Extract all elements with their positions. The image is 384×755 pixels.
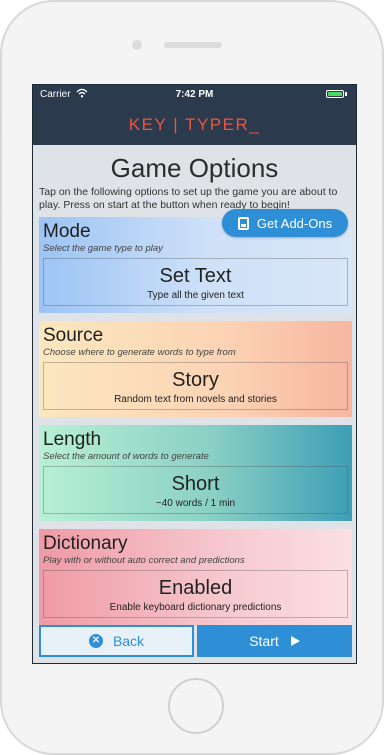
dictionary-card: Dictionary Play with or without auto cor… bbox=[39, 529, 352, 625]
front-camera bbox=[132, 40, 142, 50]
get-addons-button[interactable]: Get Add-Ons bbox=[222, 209, 348, 237]
source-card: Source Choose where to generate words to… bbox=[39, 321, 352, 417]
dictionary-description: Enable keyboard dictionary predictions bbox=[109, 602, 282, 613]
source-selector[interactable]: Story Random text from novels and storie… bbox=[43, 362, 348, 410]
page-title: Game Options bbox=[110, 153, 279, 183]
dictionary-selector[interactable]: Enabled Enable keyboard dictionary predi… bbox=[43, 570, 348, 618]
length-title: Length bbox=[43, 429, 102, 450]
dictionary-subtitle: Play with or without auto correct and pr… bbox=[43, 555, 245, 566]
screen: Carrier 7:42 PM KEY | TYPER_ Game Option… bbox=[32, 84, 357, 664]
source-subtitle: Choose where to generate words to type f… bbox=[43, 347, 236, 358]
dictionary-title: Dictionary bbox=[43, 533, 128, 554]
earpiece-speaker bbox=[164, 42, 222, 48]
status-time: 7:42 PM bbox=[175, 89, 214, 100]
get-addons-label: Get Add-Ons bbox=[256, 215, 333, 231]
mute-switch bbox=[0, 112, 2, 136]
home-button[interactable] bbox=[168, 678, 224, 734]
store-icon bbox=[237, 216, 249, 230]
app-title: KEY | TYPER_ bbox=[128, 115, 261, 134]
start-button[interactable]: Start bbox=[197, 625, 352, 657]
source-title: Source bbox=[43, 325, 104, 346]
battery-icon bbox=[326, 90, 344, 98]
length-selector[interactable]: Short ~40 words / 1 min bbox=[43, 466, 348, 514]
close-circle-icon: ✕ bbox=[88, 634, 103, 648]
length-subtitle: Select the amount of words to generate bbox=[43, 451, 209, 462]
game-options-content: Game Options Tap on the following option… bbox=[33, 145, 356, 663]
source-value: Story bbox=[172, 369, 219, 391]
dictionary-value: Enabled bbox=[158, 577, 233, 599]
volume-up-button bbox=[0, 162, 2, 206]
source-description: Random text from novels and stories bbox=[114, 394, 277, 405]
length-card: Length Select the amount of words to gen… bbox=[39, 425, 352, 521]
mode-subtitle: Select the game type to play bbox=[43, 243, 163, 254]
mode-value: Set Text bbox=[159, 265, 232, 287]
mode-description: Type all the given text bbox=[147, 290, 244, 301]
phone-frame: Carrier 7:42 PM KEY | TYPER_ Game Option… bbox=[0, 0, 384, 755]
battery-tip bbox=[345, 92, 347, 96]
status-bar: Carrier 7:42 PM bbox=[33, 85, 356, 105]
play-icon bbox=[290, 636, 300, 646]
mode-title: Mode bbox=[43, 221, 91, 242]
back-label: Back bbox=[112, 633, 145, 649]
mode-selector[interactable]: Set Text Type all the given text bbox=[43, 258, 348, 306]
start-label: Start bbox=[249, 633, 279, 649]
back-button[interactable]: ✕ Back bbox=[39, 625, 194, 657]
length-value: Short bbox=[171, 473, 220, 495]
length-description: ~40 words / 1 min bbox=[155, 498, 236, 509]
volume-down-button bbox=[0, 216, 2, 260]
navigation-bar: KEY | TYPER_ bbox=[33, 105, 356, 145]
